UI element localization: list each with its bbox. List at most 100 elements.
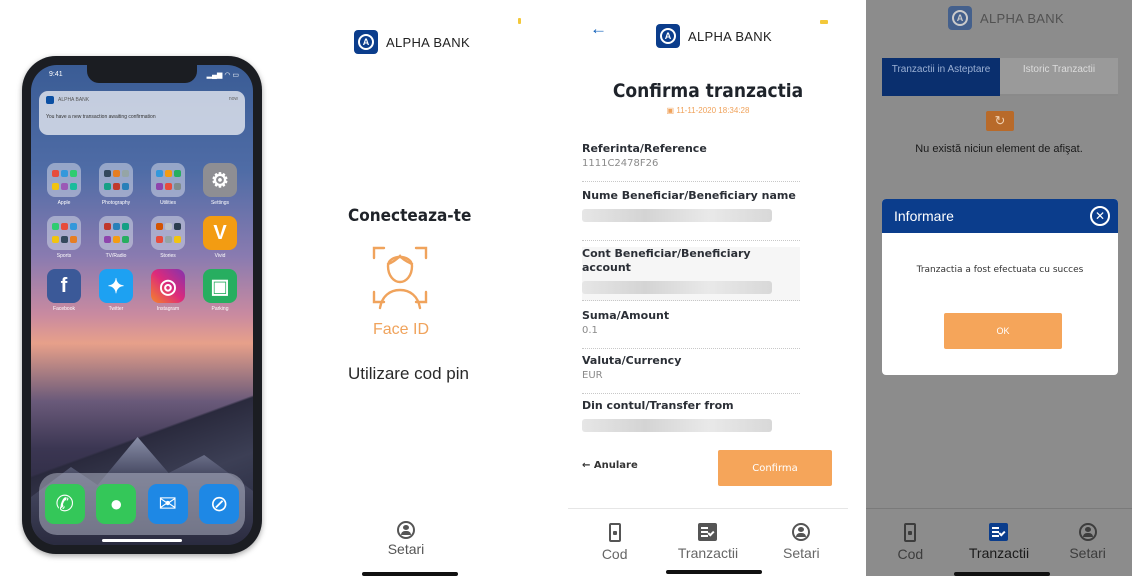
push-notification[interactable]: ALPHA BANK now You have a new transactio… — [39, 91, 245, 135]
folder-icon — [151, 216, 185, 250]
phone-screenshot-panel: 9:41 ▂▄▆ ◠ ▭ ALPHA BANK now You have a n… — [0, 0, 290, 576]
tab-label: Cod — [897, 546, 924, 562]
face-id-icon[interactable] — [370, 244, 430, 310]
app-apple[interactable]: Apple — [43, 163, 85, 206]
calendar-icon: ▣ — [666, 106, 675, 115]
modal-title: Informare — [894, 208, 954, 224]
tab-tranzactii[interactable]: Tranzactii — [668, 509, 748, 576]
alpha-bank-logo: A ALPHA BANK — [354, 30, 470, 54]
close-icon[interactable]: ✕ — [1090, 206, 1110, 226]
home-indicator — [102, 539, 182, 542]
face-id-label[interactable]: Face ID — [348, 321, 454, 339]
datetime-value: 11-11-2020 18:34:28 — [676, 106, 750, 115]
settings-label: Setari — [387, 541, 425, 557]
notification-app: ALPHA BANK — [46, 96, 238, 104]
field-reference: Referinta/Reference 1111C2478F26 — [582, 142, 800, 182]
settings-gear-icon: ⚙ — [203, 163, 237, 197]
status-dot — [820, 20, 828, 24]
field-label: Din contul/Transfer from — [582, 399, 734, 412]
modal-message: Tranzactia a fost efectuata cu succes — [916, 265, 1084, 275]
use-pin-link[interactable]: Utilizare cod pin — [348, 364, 469, 384]
app-tvradio[interactable]: TV/Radio — [95, 216, 137, 259]
login-screen: A ALPHA BANK Conecteaza-te Face ID Utili… — [290, 0, 568, 576]
app-label: Instagram — [156, 306, 180, 312]
app-vivid[interactable]: V Vivid — [199, 216, 241, 259]
app-photography[interactable]: Photography — [95, 163, 137, 206]
home-indicator — [666, 570, 762, 574]
tab-cod[interactable]: Cod — [870, 509, 950, 576]
folder-icon — [99, 216, 133, 250]
field-label: Cont Beneficiar/Beneficiary account — [582, 247, 751, 274]
app-label: Utilities — [159, 200, 177, 206]
login-title: Conecteaza-te — [348, 206, 472, 226]
mobile-key-icon — [608, 523, 621, 542]
folder-icon — [151, 163, 185, 197]
transaction-datetime: ▣ 11-11-2020 18:34:28 — [568, 106, 848, 115]
notification-time: now — [228, 96, 238, 102]
back-arrow-icon[interactable]: ← — [590, 19, 607, 39]
app-sports[interactable]: Sports — [43, 216, 85, 259]
field-currency: Valuta/Currency EUR — [582, 354, 800, 394]
logo-text: ALPHA BANK — [980, 10, 1064, 26]
field-value: 1111C2478F26 — [582, 158, 659, 169]
info-modal: Informare ✕ Tranzactia a fost efectuata … — [882, 199, 1118, 375]
confirm-transaction-screen: ← A ALPHA BANK Confirma tranzactia ▣ 11-… — [568, 0, 848, 576]
empty-state-message: Nu există niciun element de afişat. — [915, 143, 1083, 155]
logo-text: ALPHA BANK — [386, 34, 470, 50]
vivid-app-icon: V — [203, 216, 237, 250]
app-twitter[interactable]: ✦ Twitter — [95, 269, 137, 312]
app-facebook[interactable]: f Facebook — [43, 269, 85, 312]
tab-tranzactii[interactable]: Tranzactii — [959, 509, 1039, 576]
folder-icon — [47, 216, 81, 250]
app-label: Stories — [160, 253, 176, 259]
tab-pending-transactions[interactable]: Tranzactii in Asteptare — [882, 58, 1000, 96]
tab-setari[interactable]: Setari — [761, 509, 841, 576]
settings-button[interactable]: Setari — [376, 521, 436, 557]
app-settings[interactable]: ⚙ Settings — [199, 163, 241, 206]
action-row: ← Anulare Confirma — [582, 450, 832, 486]
field-label: Referinta/Reference — [582, 142, 707, 155]
logo-text: ALPHA BANK — [688, 28, 772, 44]
status-icons: ▂▄▆ ◠ ▭ — [206, 72, 239, 79]
field-label: Valuta/Currency — [582, 354, 682, 367]
person-icon — [792, 523, 811, 541]
alpha-bank-logo-icon: A — [656, 24, 680, 48]
tab-label: Tranzactii — [968, 545, 1030, 561]
modal-header: Informare ✕ — [882, 199, 1118, 233]
phone-icon[interactable]: ✆ — [44, 484, 85, 524]
app-label: Settings — [210, 200, 230, 206]
redacted-value — [582, 419, 772, 432]
ok-button[interactable]: OK — [944, 313, 1062, 349]
cancel-button[interactable]: ← Anulare — [582, 460, 638, 471]
field-beneficiary-account: Cont Beneficiar/Beneficiary account — [582, 247, 800, 301]
tab-setari[interactable]: Setari — [1048, 509, 1128, 576]
person-icon — [1078, 523, 1097, 541]
mail-icon[interactable]: ✉ — [147, 484, 188, 524]
mobile-key-icon — [904, 523, 917, 542]
field-beneficiary-name: Nume Beneficiar/Beneficiary name — [582, 189, 800, 241]
twitter-icon: ✦ — [99, 269, 133, 303]
app-stories[interactable]: Stories — [147, 216, 189, 259]
facebook-icon: f — [47, 269, 81, 303]
safari-icon[interactable]: ⊘ — [199, 484, 240, 524]
folder-icon — [47, 163, 81, 197]
app-utilities[interactable]: Utilities — [147, 163, 189, 206]
messages-icon[interactable]: ● — [96, 484, 137, 524]
alpha-bank-logo: A ALPHA BANK — [656, 24, 772, 48]
refresh-button[interactable]: ↻ — [986, 111, 1014, 131]
app-instagram[interactable]: ◎ Instagram — [147, 269, 189, 312]
redacted-value — [582, 209, 772, 222]
page-title: Confirma tranzactia — [612, 80, 804, 102]
app-parking[interactable]: ▣ Parking — [199, 269, 241, 312]
confirm-button[interactable]: Confirma — [718, 450, 832, 486]
dock: ✆ ● ✉ ⊘ — [39, 473, 245, 535]
alpha-bank-logo: A ALPHA BANK — [948, 6, 1064, 30]
tab-cod[interactable]: Cod — [575, 509, 655, 576]
field-value: 0.1 — [582, 325, 598, 336]
phone-frame: 9:41 ▂▄▆ ◠ ▭ ALPHA BANK now You have a n… — [22, 56, 262, 554]
instagram-icon: ◎ — [151, 269, 185, 303]
notification-message: You have a new transaction awaiting conf… — [46, 114, 156, 120]
tab-transaction-history[interactable]: Istoric Tranzactii — [1000, 58, 1118, 96]
bottom-tab-bar: Cod Tranzactii Setari — [866, 508, 1132, 576]
status-dot — [518, 18, 521, 24]
